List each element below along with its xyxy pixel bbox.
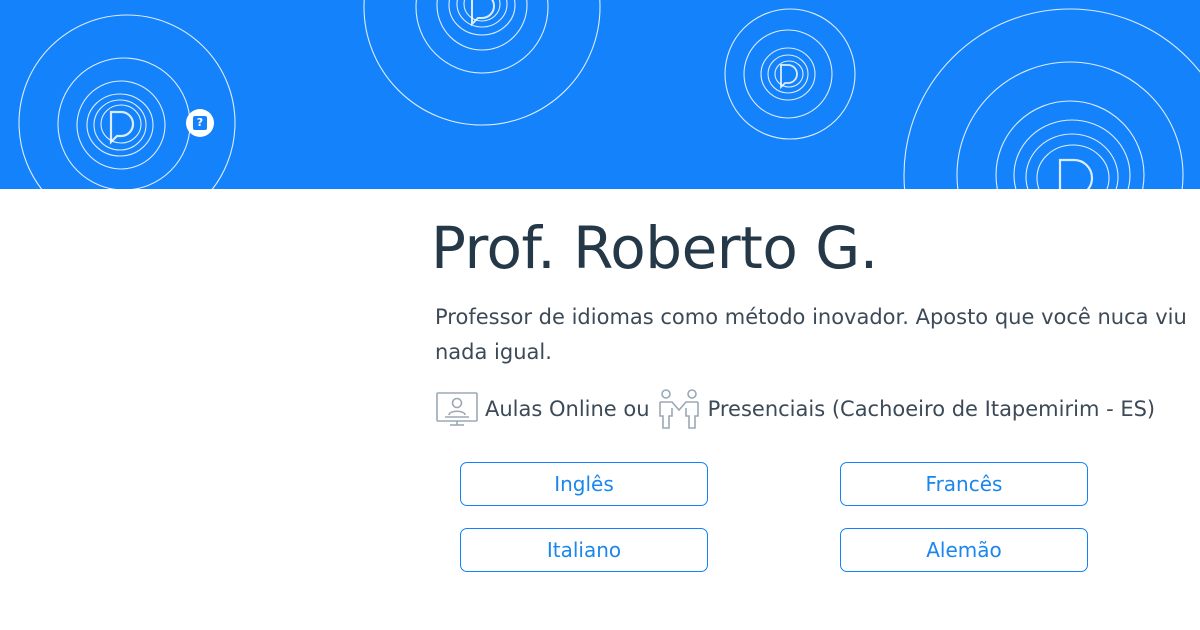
online-label: Aulas Online ou <box>485 397 650 421</box>
in-person-label: Presenciais (Cachoeiro de Itapemirim - E… <box>707 397 1156 421</box>
people-handshake-icon <box>658 389 699 429</box>
computer-screen-user-icon <box>436 392 478 426</box>
class-modes: Aulas Online ou Presenciais (Cachoeiro d… <box>435 388 1155 430</box>
language-button-italiano[interactable]: Italiano <box>460 528 708 572</box>
language-button-frances[interactable]: Francês <box>840 462 1088 506</box>
teacher-name: Prof. Roberto G. <box>431 214 878 282</box>
language-button-ingles[interactable]: Inglês <box>460 462 708 506</box>
header-banner: ? <box>0 0 1200 189</box>
teacher-description: Professor de idiomas como método inovado… <box>435 305 1187 364</box>
decorative-logo-pattern <box>18 0 1200 189</box>
language-button-alemao[interactable]: Alemão <box>840 528 1088 572</box>
help-badge-icon: ? <box>193 116 207 130</box>
help-badge[interactable]: ? <box>186 109 214 137</box>
